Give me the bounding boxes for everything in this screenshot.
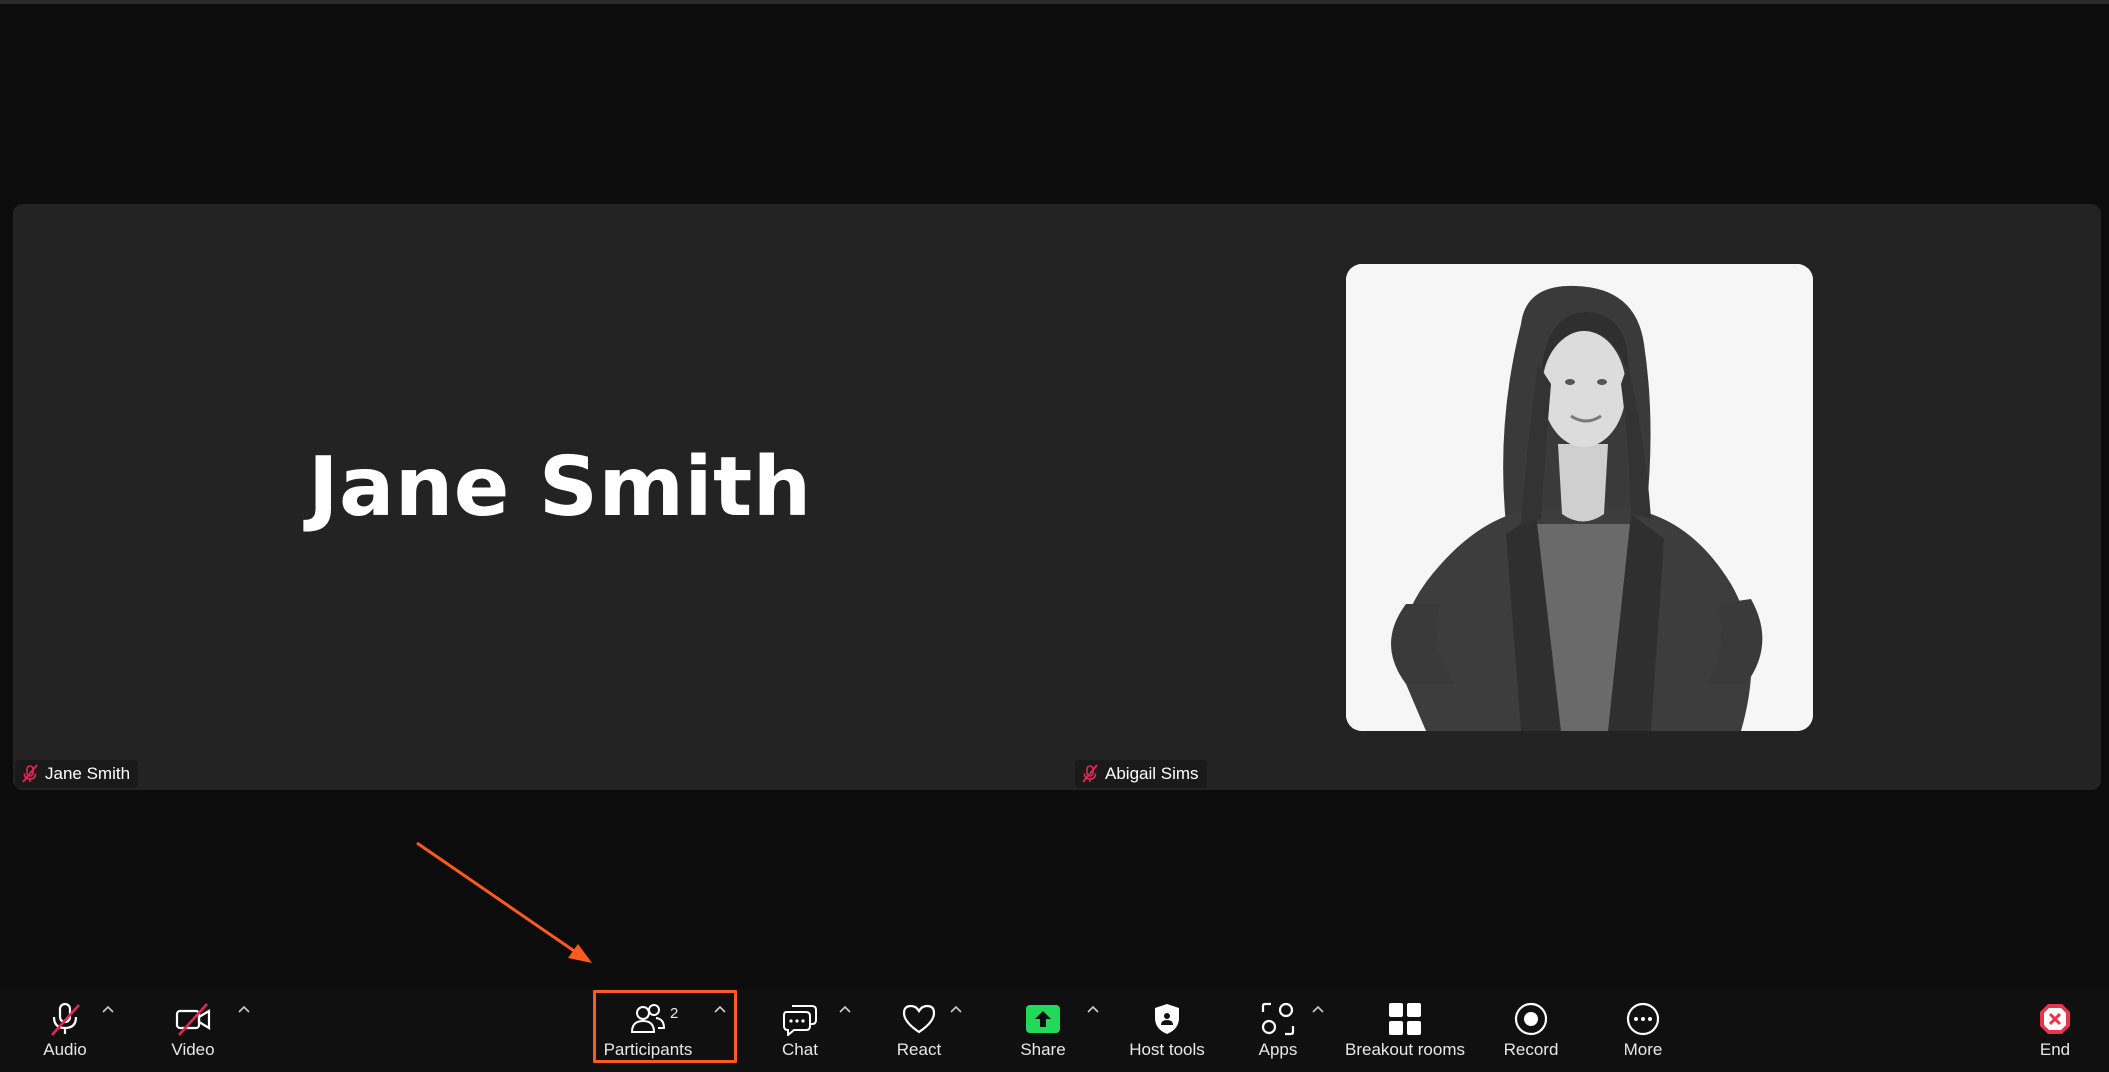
- host-tools-button[interactable]: Host tools: [1117, 989, 1217, 1072]
- microphone-muted-icon: [1082, 764, 1098, 783]
- audio-label: Audio: [43, 1040, 87, 1059]
- participant-tile-jane-smith[interactable]: Jane Smith Jane Smith: [13, 204, 1057, 790]
- apps-label: Apps: [1258, 1040, 1298, 1059]
- participant-name-tag: Abigail Sims: [1075, 760, 1207, 788]
- microphone-muted-icon: [22, 764, 38, 783]
- participant-display-name: Jane Smith: [308, 440, 812, 535]
- apps-grid-icon: [1261, 1002, 1295, 1036]
- chevron-up-icon: [102, 1005, 114, 1013]
- chevron-up-icon: [950, 1005, 962, 1013]
- share-label: Share: [1020, 1040, 1066, 1059]
- react-options-caret[interactable]: [948, 1001, 964, 1017]
- meeting-toolbar: Audio Video Participants Chat React Shar…: [0, 989, 2109, 1072]
- portrait-illustration: [1346, 264, 1813, 731]
- more-label: More: [1623, 1040, 1663, 1059]
- share-screen-icon: [1026, 1005, 1060, 1033]
- apps-button[interactable]: Apps: [1243, 989, 1313, 1072]
- end-meeting-button[interactable]: End: [2020, 989, 2090, 1072]
- video-button[interactable]: Video: [158, 989, 228, 1072]
- audio-options-caret[interactable]: [100, 1001, 116, 1017]
- video-options-caret[interactable]: [236, 1001, 252, 1017]
- microphone-muted-icon: [51, 1002, 80, 1036]
- participant-name-label: Abigail Sims: [1105, 764, 1199, 783]
- window-top-border: [0, 0, 2109, 4]
- record-button[interactable]: Record: [1496, 989, 1566, 1072]
- participant-name-tag: Jane Smith: [15, 760, 139, 788]
- react-button[interactable]: React: [884, 989, 954, 1072]
- annotation-highlight-box: [593, 990, 737, 1063]
- host-tools-label: Host tools: [1129, 1040, 1205, 1059]
- apps-options-caret[interactable]: [1310, 1001, 1326, 1017]
- chat-label: Chat: [782, 1040, 818, 1059]
- record-icon: [1514, 1002, 1548, 1036]
- record-label: Record: [1503, 1040, 1559, 1059]
- video-label: Video: [171, 1040, 215, 1059]
- share-options-caret[interactable]: [1085, 1001, 1101, 1017]
- chevron-up-icon: [1312, 1005, 1324, 1013]
- participant-name-label: Jane Smith: [45, 764, 131, 783]
- chevron-up-icon: [1087, 1005, 1099, 1013]
- end-meeting-icon: [2040, 1004, 2070, 1034]
- more-button[interactable]: More: [1608, 989, 1678, 1072]
- video-camera-off-icon: [175, 1003, 211, 1036]
- chat-bubbles-icon: [783, 1005, 817, 1036]
- chat-options-caret[interactable]: [837, 1001, 853, 1017]
- breakout-rooms-icon: [1389, 1003, 1421, 1035]
- chevron-up-icon: [839, 1005, 851, 1013]
- end-label: End: [2039, 1040, 2071, 1059]
- chevron-up-icon: [238, 1005, 250, 1013]
- breakout-rooms-label: Breakout rooms: [1345, 1040, 1465, 1059]
- participant-profile-photo: [1346, 264, 1813, 731]
- more-dots-icon: [1626, 1002, 1660, 1036]
- chat-button[interactable]: Chat: [765, 989, 835, 1072]
- shield-icon: [1155, 1004, 1179, 1034]
- breakout-rooms-button[interactable]: Breakout rooms: [1340, 989, 1470, 1072]
- share-button[interactable]: Share: [1008, 989, 1078, 1072]
- heart-icon: [902, 1004, 936, 1034]
- react-label: React: [896, 1040, 942, 1059]
- audio-button[interactable]: Audio: [30, 989, 100, 1072]
